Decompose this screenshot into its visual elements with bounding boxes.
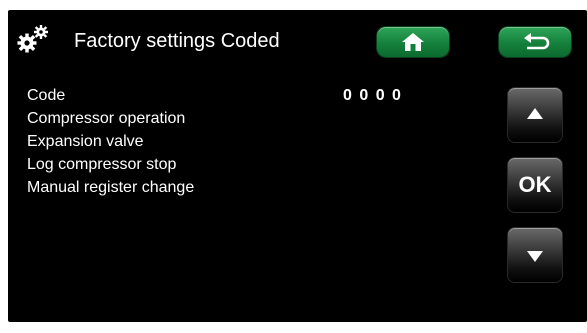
ok-button[interactable]: OK xyxy=(508,158,562,212)
back-button[interactable] xyxy=(499,27,571,57)
list-item-log-compressor-stop[interactable]: Log compressor stop xyxy=(27,153,194,176)
code-value[interactable]: 0 0 0 0 xyxy=(343,84,402,107)
home-button[interactable] xyxy=(377,27,449,57)
header: Factory settings Coded xyxy=(8,10,587,72)
down-button[interactable] xyxy=(508,228,562,282)
page-title: Factory settings Coded xyxy=(74,30,280,52)
list-item-expansion-valve[interactable]: Expansion valve xyxy=(27,130,194,153)
down-arrow-icon xyxy=(527,251,543,262)
home-icon xyxy=(402,33,424,51)
list-item-compressor-operation[interactable]: Compressor operation xyxy=(27,107,194,130)
back-arrow-icon xyxy=(524,33,550,50)
settings-list: Code Compressor operation Expansion valv… xyxy=(27,84,194,199)
display-screen: Factory settings Coded Code Compressor o… xyxy=(8,10,587,322)
ok-label: OK xyxy=(518,172,552,197)
list-item-code[interactable]: Code xyxy=(27,84,194,107)
gears-icon xyxy=(16,24,50,54)
list-item-manual-register-change[interactable]: Manual register change xyxy=(27,176,194,199)
up-button[interactable] xyxy=(508,88,562,142)
up-arrow-icon xyxy=(527,108,543,119)
